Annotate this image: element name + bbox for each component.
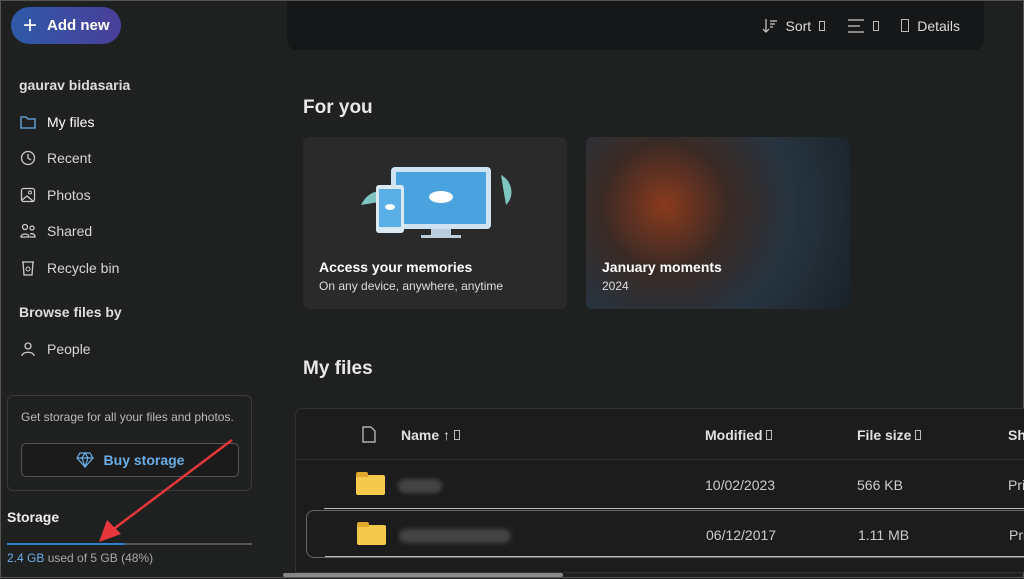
- chevron-down-icon: [453, 430, 460, 440]
- devices-illustration: [361, 167, 512, 238]
- row-divider: [324, 508, 1024, 509]
- card-title: January moments: [602, 259, 722, 275]
- cell-modified: 10/02/2023: [705, 477, 776, 493]
- sidebar-item-people[interactable]: People: [19, 334, 249, 364]
- for-you-heading: For you: [303, 97, 373, 118]
- card-subtitle: 2024: [602, 279, 629, 293]
- folder-icon: [357, 522, 386, 545]
- nav-label: Shared: [47, 223, 93, 239]
- chevron-down-icon: [915, 430, 922, 440]
- user-name: gaurav bidasaria: [19, 77, 131, 93]
- details-button[interactable]: Details: [901, 18, 960, 34]
- cell-size: 1.11 MB: [858, 527, 910, 543]
- cell-modified: 06/12/2017: [706, 527, 777, 543]
- diamond-icon: [75, 452, 94, 468]
- row-divider: [325, 556, 1024, 557]
- column-modified[interactable]: Modified: [705, 427, 773, 443]
- column-name[interactable]: Name ↑: [401, 427, 460, 443]
- chevron-down-icon: [766, 430, 773, 440]
- header-divider: [296, 459, 1024, 460]
- storage-total: used of 5 GB (48%): [44, 551, 154, 565]
- sort-button[interactable]: Sort: [762, 18, 826, 34]
- storage-usage: 2.4 GB used of 5 GB (48%): [7, 551, 153, 565]
- folder-icon: [356, 472, 385, 495]
- sidebar-item-photos[interactable]: Photos: [19, 180, 249, 210]
- sidebar-item-my-files[interactable]: My files: [19, 107, 249, 137]
- table-row[interactable]: 06/12/2017 1.11 MB Private: [306, 510, 1024, 558]
- nav-label: My files: [47, 114, 95, 130]
- plus-icon: +: [23, 11, 38, 39]
- details-pane-icon: [901, 19, 910, 32]
- cell-sharing: Private: [1009, 527, 1024, 543]
- nav-label: Photos: [47, 187, 91, 203]
- redacted-name: [398, 479, 442, 493]
- sidebar-item-shared[interactable]: Shared: [19, 216, 249, 246]
- sort-label: Sort: [785, 17, 812, 34]
- column-label: Modified: [705, 427, 763, 443]
- add-new-label: Add new: [47, 17, 110, 34]
- cell-sharing: Private: [1008, 477, 1024, 493]
- person-icon: [21, 342, 35, 357]
- sort-icon: [762, 18, 777, 33]
- add-new-button[interactable]: + Add new: [11, 7, 121, 44]
- card-title: Access your memories: [319, 259, 473, 275]
- january-moments-card[interactable]: January moments 2024: [586, 137, 850, 309]
- people-icon: [20, 223, 36, 238]
- browse-heading: Browse files by: [19, 304, 122, 320]
- buy-storage-button[interactable]: Buy storage: [21, 443, 239, 477]
- table-row[interactable]: 10/02/2023 566 KB Private: [296, 461, 1024, 509]
- horizontal-scrollbar[interactable]: [283, 573, 563, 577]
- storage-progress-fill: [7, 543, 125, 545]
- storage-promo: Get storage for all your files and photo…: [7, 395, 252, 491]
- history-icon: [20, 150, 36, 166]
- list-view-icon: [848, 18, 865, 33]
- toolbar: Sort Details: [287, 1, 984, 50]
- column-label: Name ↑: [401, 427, 451, 443]
- storage-used: 2.4 GB: [7, 551, 45, 565]
- file-type-icon: [362, 426, 376, 443]
- recycle-bin-icon: [22, 261, 34, 276]
- nav-label: People: [47, 341, 91, 357]
- sidebar: + Add new gaurav bidasaria My files Recen…: [1, 1, 263, 579]
- folder-icon: [20, 116, 36, 129]
- sidebar-item-recent[interactable]: Recent: [19, 143, 249, 173]
- memories-card[interactable]: Access your memories On any device, anyw…: [303, 137, 567, 309]
- image-icon: [20, 187, 36, 203]
- cell-size: 566 KB: [857, 477, 903, 493]
- chevron-down-icon: [819, 20, 826, 31]
- storage-progress-bar: [7, 543, 252, 545]
- nav-label: Recycle bin: [47, 260, 120, 276]
- details-label: Details: [917, 17, 960, 34]
- card-subtitle: On any device, anywhere, anytime: [319, 279, 504, 293]
- storage-heading: Storage: [7, 509, 60, 525]
- sidebar-item-recycle-bin[interactable]: Recycle bin: [19, 253, 249, 283]
- buy-storage-label: Buy storage: [103, 452, 185, 468]
- my-files-heading: My files: [303, 358, 373, 379]
- view-options-button[interactable]: [847, 18, 880, 33]
- column-label: File size: [857, 427, 912, 443]
- column-file-size[interactable]: File size: [857, 427, 922, 443]
- redacted-name: [399, 529, 511, 543]
- column-sharing[interactable]: Sharing: [1008, 427, 1024, 443]
- files-table: Name ↑ Modified File size Sharing 10/02/…: [295, 408, 1024, 573]
- nav-label: Recent: [47, 150, 92, 166]
- chevron-down-icon: [873, 20, 880, 31]
- promo-text: Get storage for all your files and photo…: [21, 410, 234, 424]
